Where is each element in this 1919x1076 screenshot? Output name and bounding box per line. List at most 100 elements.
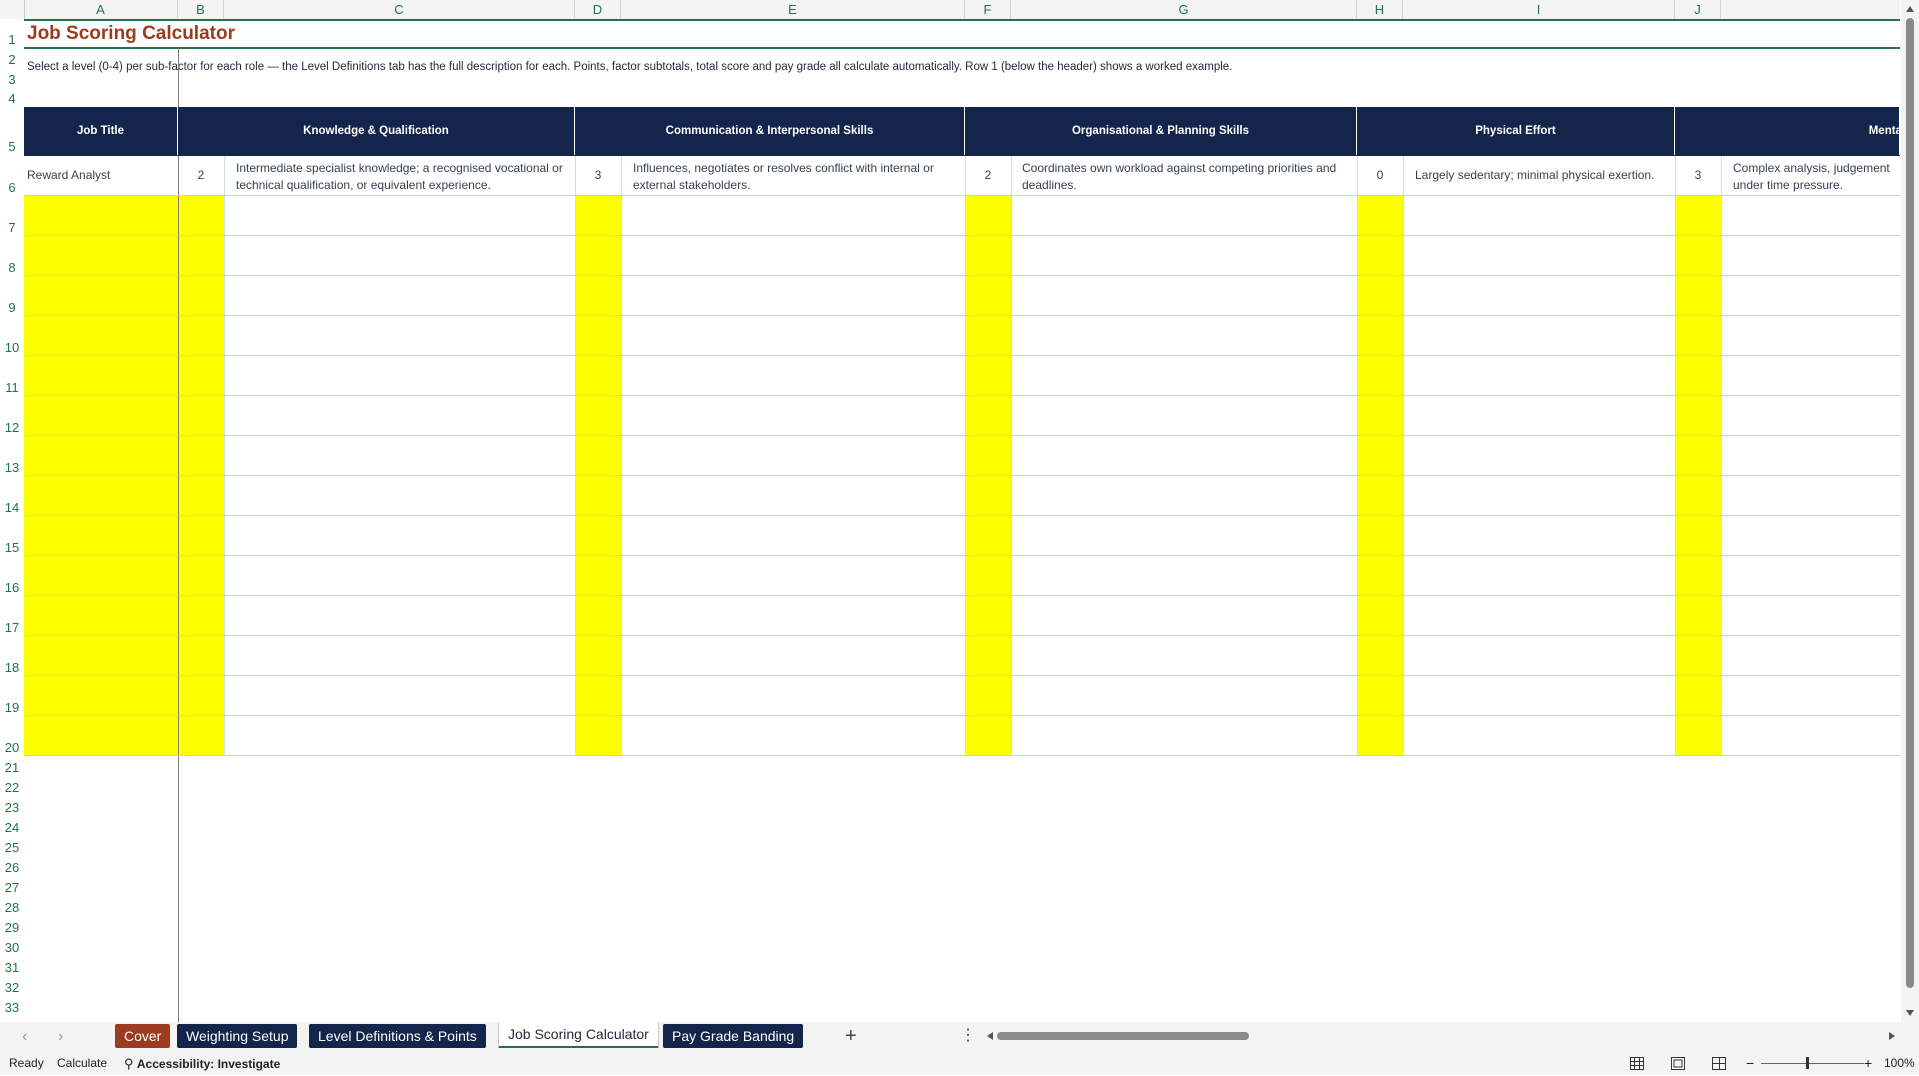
row-header[interactable]: 16 — [0, 556, 24, 596]
example-mental-description[interactable]: Complex analysis, judgement under time p… — [1721, 155, 1919, 196]
row-header[interactable]: 11 — [0, 356, 24, 396]
header-mental-effort[interactable]: Mental Effort — [1675, 107, 1900, 155]
row-header[interactable]: 14 — [0, 476, 24, 516]
row-header[interactable]: 31 — [0, 956, 24, 976]
example-communication-level[interactable]: 3 — [575, 155, 621, 196]
header-organisational-skills[interactable]: Organisational & Planning Skills — [965, 107, 1357, 155]
horizontal-scrollbar[interactable] — [985, 1030, 1897, 1042]
page-break-preview-icon[interactable] — [1712, 1057, 1726, 1070]
example-organisational-level[interactable]: 2 — [965, 155, 1011, 196]
column-header-f[interactable]: F — [965, 0, 1011, 19]
sheet-title[interactable]: Job Scoring Calculator — [24, 19, 1900, 48]
zoom-in-icon[interactable]: + — [1864, 1052, 1872, 1075]
select-all-corner[interactable] — [0, 0, 25, 19]
example-organisational-description[interactable]: Coordinates own workload against competi… — [1011, 155, 1357, 196]
row-header[interactable]: 21 — [0, 756, 24, 776]
row-header[interactable]: 5 — [0, 107, 24, 155]
accessibility-status[interactable]: ⚲ Accessibility: Investigate — [124, 1052, 280, 1076]
row-header[interactable]: 15 — [0, 516, 24, 556]
column-header-e[interactable]: E — [621, 0, 965, 19]
row-header[interactable]: 32 — [0, 976, 24, 996]
row-header[interactable]: 27 — [0, 876, 24, 896]
spreadsheet-grid[interactable]: A B C D E F G H I J 1 2 3 4 5 6 7 8 9 10… — [0, 0, 1919, 1022]
column-header-b[interactable]: B — [178, 0, 224, 19]
instructions-text[interactable]: Select a level (0-4) per sub-factor for … — [24, 57, 1900, 79]
tab-pay-grade-banding[interactable]: Pay Grade Banding — [663, 1024, 804, 1048]
tab-job-scoring-calculator[interactable]: Job Scoring Calculator — [498, 1022, 659, 1048]
column-header-i[interactable]: I — [1403, 0, 1675, 19]
add-sheet-icon[interactable]: + — [845, 1024, 857, 1048]
zoom-level[interactable]: 100% — [1884, 1052, 1915, 1075]
row-header[interactable]: 25 — [0, 836, 24, 856]
scroll-right-icon[interactable] — [1889, 1032, 1895, 1040]
communication-level-input-range[interactable] — [575, 196, 621, 756]
row-header[interactable]: 17 — [0, 596, 24, 636]
tab-level-definitions-points[interactable]: Level Definitions & Points — [309, 1024, 486, 1048]
column-header-g[interactable]: G — [1011, 0, 1357, 19]
tab-scroll-right-icon[interactable]: › — [58, 1028, 63, 1046]
status-calculate[interactable]: Calculate — [57, 1052, 107, 1075]
vertical-scroll-thumb[interactable] — [1906, 18, 1914, 988]
organisational-level-input-range[interactable] — [965, 196, 1011, 756]
page-layout-view-icon[interactable] — [1671, 1057, 1685, 1070]
example-physical-level[interactable]: 0 — [1357, 155, 1403, 196]
row-header[interactable]: 10 — [0, 316, 24, 356]
example-communication-description[interactable]: Influences, negotiates or resolves confl… — [621, 155, 965, 196]
column-header-a[interactable]: A — [24, 0, 178, 19]
vertical-scrollbar[interactable] — [1901, 0, 1919, 1022]
example-mental-level[interactable]: 3 — [1675, 155, 1721, 196]
example-job-title[interactable]: Reward Analyst — [24, 155, 178, 196]
mental-level-input-range[interactable] — [1675, 196, 1721, 756]
header-physical-effort[interactable]: Physical Effort — [1357, 107, 1675, 155]
knowledge-level-input-range[interactable] — [179, 196, 224, 756]
row-header[interactable]: 13 — [0, 436, 24, 476]
row-header[interactable]: 2 — [0, 48, 24, 68]
example-knowledge-description[interactable]: Intermediate specialist knowledge; a rec… — [224, 155, 575, 196]
row-header[interactable]: 8 — [0, 236, 24, 276]
normal-view-icon[interactable] — [1630, 1057, 1644, 1070]
example-knowledge-level[interactable]: 2 — [178, 155, 224, 196]
row-header[interactable]: 20 — [0, 716, 24, 756]
more-options-icon[interactable]: ⋮ — [960, 1026, 976, 1046]
tab-scroll-left-icon[interactable]: ‹ — [22, 1028, 27, 1046]
row-header[interactable]: 23 — [0, 796, 24, 816]
row-header[interactable]: 3 — [0, 68, 24, 88]
row-header[interactable]: 29 — [0, 916, 24, 936]
header-knowledge-qualification[interactable]: Knowledge & Qualification — [178, 107, 575, 155]
row-header[interactable]: 33 — [0, 996, 24, 1016]
horizontal-scroll-thumb[interactable] — [997, 1032, 1249, 1040]
column-header-j[interactable]: J — [1675, 0, 1721, 19]
row-header[interactable]: 19 — [0, 676, 24, 716]
row-header[interactable]: 18 — [0, 636, 24, 676]
scroll-down-icon[interactable] — [1906, 1010, 1914, 1016]
row-header[interactable]: 26 — [0, 856, 24, 876]
header-communication-skills[interactable]: Communication & Interpersonal Skills — [575, 107, 965, 155]
row-header[interactable]: 12 — [0, 396, 24, 436]
physical-level-input-range[interactable] — [1357, 196, 1403, 756]
grid-line — [24, 395, 1900, 396]
row-header[interactable]: 4 — [0, 88, 24, 107]
grid-line — [24, 635, 1900, 636]
tab-cover[interactable]: Cover — [115, 1024, 171, 1048]
row-header[interactable]: 9 — [0, 276, 24, 316]
scroll-up-icon[interactable] — [1906, 6, 1914, 12]
row-header[interactable]: 24 — [0, 816, 24, 836]
row-header[interactable]: 1 — [0, 19, 24, 48]
zoom-slider[interactable] — [1761, 1063, 1864, 1064]
row-header[interactable]: 22 — [0, 776, 24, 796]
zoom-out-icon[interactable]: − — [1746, 1052, 1754, 1075]
column-header-d[interactable]: D — [575, 0, 621, 19]
column-header-h[interactable]: H — [1357, 0, 1403, 19]
header-job-title[interactable]: Job Title — [24, 107, 178, 155]
zoom-slider-thumb[interactable] — [1806, 1057, 1809, 1069]
column-header-c[interactable]: C — [224, 0, 575, 19]
example-physical-description[interactable]: Largely sedentary; minimal physical exer… — [1403, 155, 1675, 196]
row-header[interactable]: 30 — [0, 936, 24, 956]
row-header[interactable]: 7 — [0, 196, 24, 236]
row-header[interactable]: 28 — [0, 896, 24, 916]
scroll-left-icon[interactable] — [987, 1032, 993, 1040]
job-title-input-range[interactable] — [24, 196, 178, 756]
row-header[interactable]: 6 — [0, 155, 24, 196]
column-header-k[interactable] — [1721, 0, 1900, 19]
tab-weighting-setup[interactable]: Weighting Setup — [177, 1024, 298, 1048]
